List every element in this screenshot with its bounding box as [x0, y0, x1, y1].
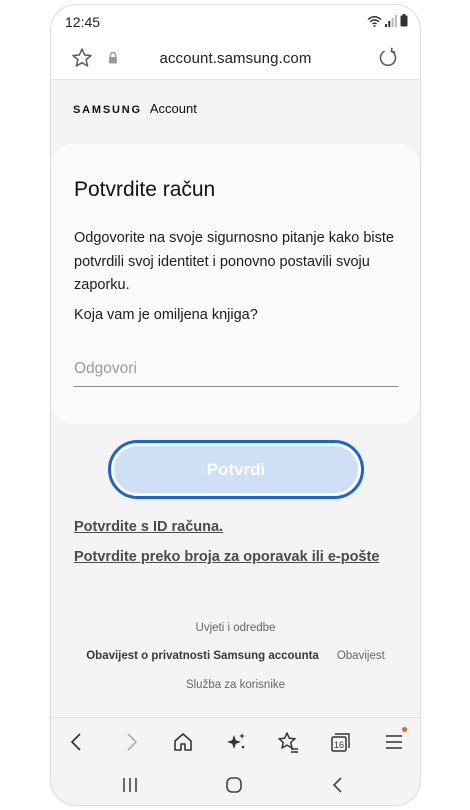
verify-with-recovery-link[interactable]: Potvrdite preko broja za oporavak ili e-…	[74, 549, 379, 565]
url-field[interactable]: account.samsung.com	[51, 50, 420, 67]
status-bar: 12:45	[51, 5, 420, 35]
footer-support-link[interactable]: Služba za korisnike	[51, 679, 420, 691]
page-content: SAMSUNG Account Potvrdite račun Odgovori…	[51, 80, 420, 717]
battery-icon	[400, 14, 408, 27]
home-nav-icon[interactable]	[223, 774, 245, 796]
confirm-button[interactable]: Potvrdi	[114, 446, 358, 493]
back-nav-icon[interactable]	[327, 774, 349, 796]
browser-header: 12:45 account.samsung.com	[51, 5, 420, 80]
status-time: 12:45	[65, 14, 101, 30]
menu-icon[interactable]	[382, 727, 407, 754]
confirm-button-focus-ring: Potvrdi	[108, 440, 364, 499]
security-question: Koja vam je omiljena knjiga?	[74, 307, 258, 323]
browser-toolbar: 16	[51, 717, 420, 765]
signal-icon	[385, 15, 397, 27]
tabs-count: 16	[334, 740, 344, 750]
footer-terms-link[interactable]: Uvjeti i odredbe	[51, 622, 420, 634]
back-icon[interactable]	[65, 730, 89, 754]
verify-card: Potvrdite račun Odgovorite na svoje sigu…	[51, 144, 420, 424]
answer-input[interactable]	[74, 351, 398, 387]
bookmarks-icon[interactable]	[276, 730, 300, 754]
samsung-account-logo: SAMSUNG Account	[73, 101, 197, 116]
brand-account: Account	[149, 101, 197, 116]
footer-row: Obavijest o privatnosti Samsung accounta…	[51, 650, 420, 662]
reload-icon[interactable]	[376, 46, 400, 70]
verify-with-id-link[interactable]: Potvrdite s ID računa.	[74, 519, 223, 535]
card-description: Odgovorite na svoje sigurnosno pitanje k…	[74, 230, 394, 293]
footer-privacy-link[interactable]: Obavijest o privatnosti Samsung accounta	[86, 650, 319, 662]
tabs-icon[interactable]: 16	[329, 730, 353, 754]
notification-dot	[402, 727, 407, 732]
recent-apps-icon[interactable]	[119, 774, 141, 796]
home-icon[interactable]	[171, 730, 195, 754]
footer-notice-link[interactable]: Obavijest	[337, 650, 385, 662]
sparkle-assistant-icon[interactable]	[224, 730, 248, 754]
status-icons	[367, 13, 408, 27]
wifi-icon	[367, 16, 382, 27]
system-nav-bar	[51, 765, 420, 805]
page-title: Potvrdite račun	[74, 178, 216, 201]
phone-frame: 12:45 account.samsung.com SAMSUNG Accoun…	[50, 4, 421, 806]
address-bar: account.samsung.com	[51, 35, 420, 80]
brand-samsung: SAMSUNG	[73, 104, 142, 116]
forward-icon[interactable]	[119, 730, 143, 754]
